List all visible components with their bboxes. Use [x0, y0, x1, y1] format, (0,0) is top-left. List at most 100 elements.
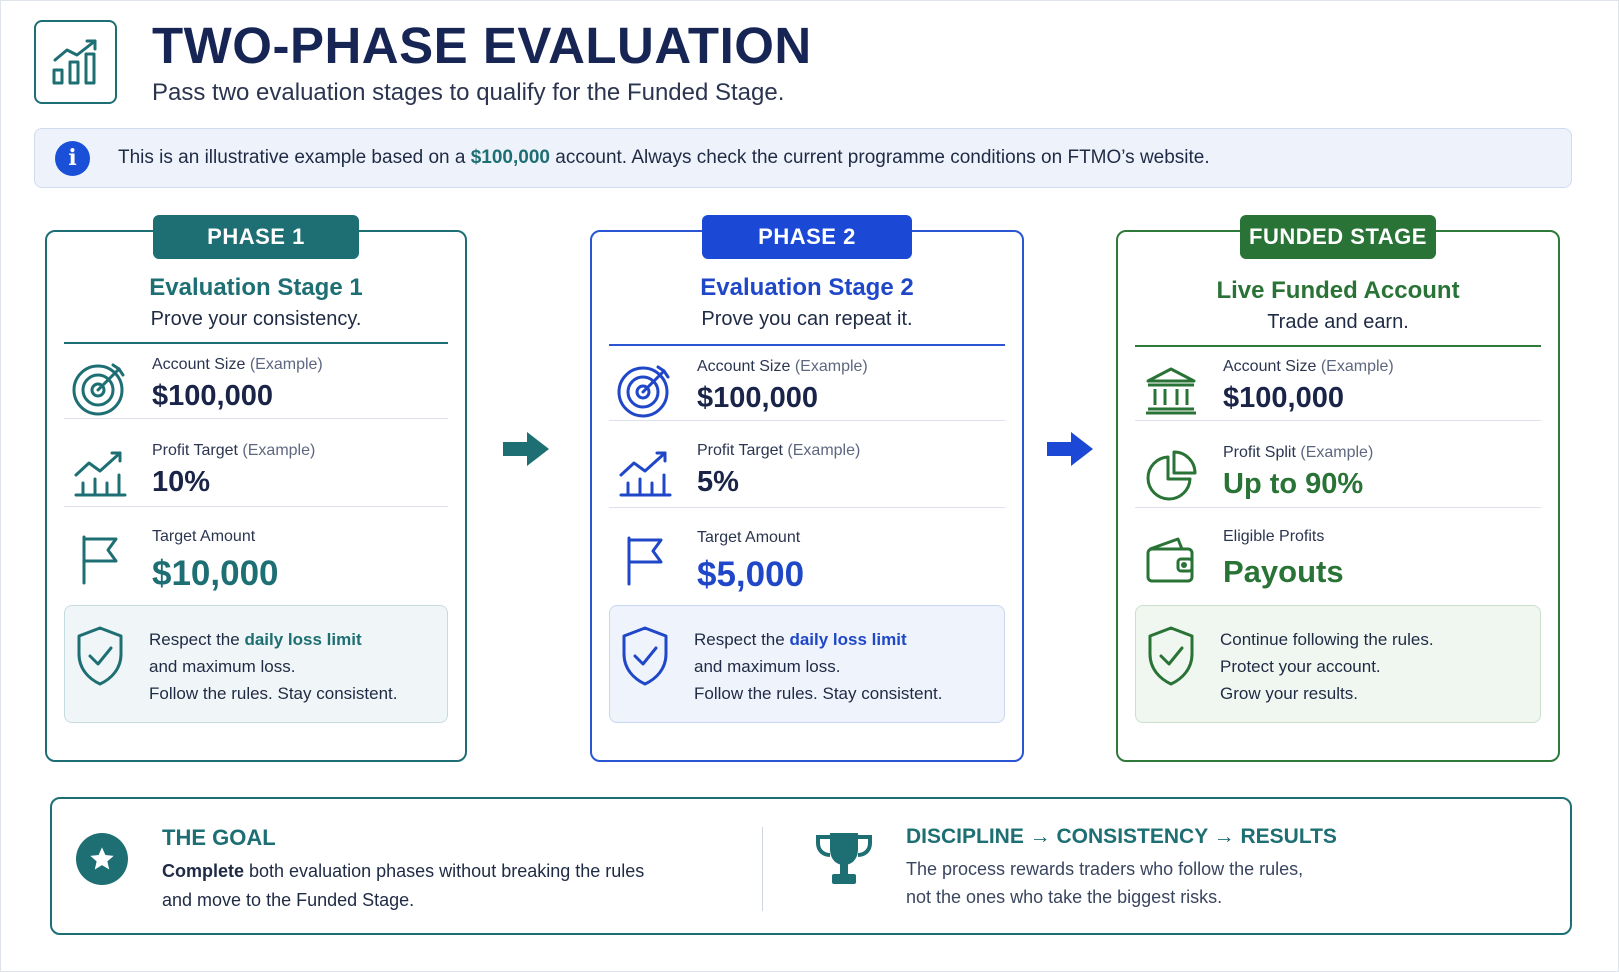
label-example: (Example) [1316, 358, 1394, 375]
stage-subtitle: Trade and earn. [1267, 311, 1409, 333]
target-icon [70, 358, 130, 418]
row-label: Profit Target (Example) [697, 442, 860, 460]
flag-icon [615, 531, 675, 591]
goal-rest: both evaluation phases without breaking … [244, 861, 645, 881]
row-label: Profit Target (Example) [152, 442, 315, 460]
target-amount-value: $5,000 [697, 555, 805, 594]
label-example: (Example) [245, 356, 323, 373]
divider [762, 827, 763, 911]
label-text: Profit Target [697, 442, 783, 459]
label-example: (Example) [237, 442, 316, 459]
target-icon [615, 360, 675, 420]
goal-text: Complete both evaluation phases without … [162, 857, 722, 915]
divider [64, 418, 448, 419]
account-size-value: $100,000 [697, 382, 818, 414]
stage-subtitle: Prove your consistency. [150, 308, 362, 330]
goal-bold: Complete [162, 861, 245, 881]
divider [609, 420, 1005, 421]
label-example: (Example) [1295, 444, 1374, 461]
row-label: Profit Split (Example) [1223, 444, 1373, 462]
stage-title: Live Funded Account [1216, 277, 1460, 304]
info-text: This is an illustrative example based on… [118, 147, 1210, 169]
profit-target-value: 10% [152, 466, 211, 498]
info-text-before: This is an illustrative example based on… [118, 147, 471, 168]
label-example: (Example) [790, 358, 868, 375]
rules-note: Respect the daily loss limit and maximum… [609, 605, 1005, 723]
row-label: Account Size (Example) [697, 358, 868, 376]
page-title: TWO-PHASE EVALUATION [152, 17, 812, 74]
chart-up-icon [70, 444, 130, 504]
profit-target-row: Profit Target (Example) 5% [609, 430, 1005, 516]
label-text: Account Size [697, 358, 791, 375]
label-text: Eligible Profits [1223, 528, 1325, 545]
note-line-1: Continue following the rules. [1220, 630, 1434, 649]
stage-subtitle: Prove you can repeat it. [701, 308, 913, 330]
info-amount: $100,000 [470, 147, 550, 168]
account-size-value: $100,000 [1223, 382, 1344, 414]
row-label: Target Amount [697, 529, 800, 547]
chart-up-icon [615, 444, 675, 504]
phase-1-card: PHASE 1 Evaluation Stage 1 Prove your co… [45, 215, 467, 762]
wallet-icon [1141, 530, 1201, 590]
info-banner: i This is an illustrative example based … [34, 128, 1572, 188]
row-label: Target Amount [152, 528, 255, 546]
label-text: Profit Split [1223, 444, 1296, 461]
rules-note: Continue following the rules. Protect yo… [1135, 605, 1541, 723]
label-text: Account Size [1223, 358, 1317, 375]
stage-title: Evaluation Stage 2 [700, 274, 914, 301]
profit-split-row: Profit Split (Example) Up to 90% [1135, 432, 1541, 518]
note-line-2: Protect your account. [1220, 657, 1381, 676]
note-text: Respect the daily loss limit and maximum… [694, 626, 943, 707]
stage-title: Evaluation Stage 1 [149, 274, 363, 301]
label-text: Target Amount [697, 529, 801, 546]
phase-badge: PHASE 2 [702, 215, 912, 259]
eligible-profits-row: Eligible Profits Payouts [1135, 516, 1541, 602]
discipline-text: The process rewards traders who follow t… [906, 855, 1506, 911]
star-icon [76, 833, 128, 885]
target-amount-row: Target Amount $5,000 [609, 517, 1005, 603]
eligible-profits-value: Payouts [1223, 554, 1344, 589]
rules-note: Respect the daily loss limit and maximum… [64, 605, 448, 723]
info-icon: i [55, 140, 90, 176]
profit-target-row: Profit Target (Example) 10% [64, 430, 448, 516]
note-text: Continue following the rules. Protect yo… [1220, 626, 1434, 707]
phase-badge: FUNDED STAGE [1240, 215, 1436, 259]
note-line-3: Grow your results. [1220, 684, 1358, 703]
profit-split-value: Up to 90% [1223, 468, 1364, 500]
pie-chart-icon [1141, 446, 1201, 506]
goal-panel: THE GOAL Complete both evaluation phases… [50, 797, 1572, 935]
funded-stage-card: FUNDED STAGE Live Funded Account Trade a… [1116, 215, 1560, 762]
divider [609, 507, 1005, 508]
goal-line-2: and move to the Funded Stage. [162, 890, 415, 910]
goal-line-1: Complete both evaluation phases without … [162, 857, 722, 886]
account-size-value: $100,000 [152, 380, 273, 412]
label-text: Profit Target [152, 442, 238, 459]
row-label: Eligible Profits [1223, 528, 1324, 546]
divider [64, 506, 448, 507]
phase-2-card: PHASE 2 Evaluation Stage 2 Prove you can… [590, 215, 1024, 762]
label-text: Target Amount [152, 528, 256, 545]
flag-icon [70, 530, 130, 590]
discipline-title: DISCIPLINE → CONSISTENCY → RESULTS [906, 825, 1337, 848]
note-line-2: and maximum loss. [694, 657, 841, 676]
bank-icon [1141, 360, 1201, 420]
note-text: Respect the daily loss limit and maximum… [149, 626, 398, 707]
goal-title: THE GOAL [162, 825, 276, 850]
page-subtitle: Pass two evaluation stages to qualify fo… [152, 79, 785, 106]
target-amount-row: Target Amount $10,000 [64, 516, 448, 602]
note-highlight: daily loss limit [789, 630, 907, 649]
note-text-before: Respect the [149, 630, 245, 649]
phase-badge: PHASE 1 [153, 215, 359, 259]
info-text-after: account. Always check the current progra… [549, 147, 1210, 168]
note-highlight: daily loss limit [244, 630, 362, 649]
row-label: Account Size (Example) [1223, 358, 1394, 376]
note-text-before: Respect the [694, 630, 790, 649]
shield-check-icon [1144, 624, 1198, 688]
note-line-1: Respect the daily loss limit [694, 626, 943, 653]
profit-target-value: 5% [697, 466, 739, 498]
label-text: Account Size [152, 356, 246, 373]
label-example: (Example) [782, 442, 861, 459]
note-line-1: Respect the daily loss limit [149, 626, 398, 653]
chart-growth-icon [34, 20, 117, 104]
divider [1135, 507, 1541, 508]
